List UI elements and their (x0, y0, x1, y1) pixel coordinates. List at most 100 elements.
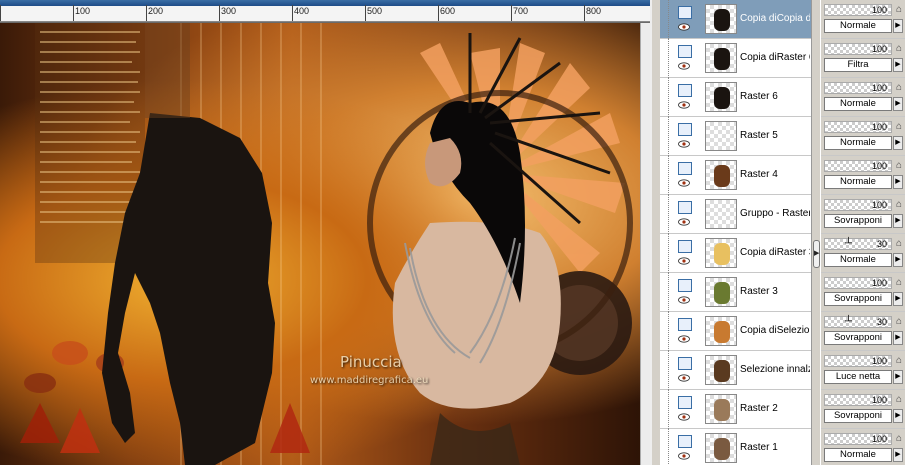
chevron-right-icon[interactable]: ▶ (893, 175, 903, 189)
layer-row[interactable]: Raster 4 (660, 156, 811, 195)
layer-thumbnail[interactable] (705, 355, 737, 385)
artwork-image[interactable]: Pinuccia www.maddiregrafica.eu (0, 23, 650, 465)
layer-row[interactable]: Raster 6 (660, 78, 811, 117)
chevron-right-icon[interactable]: ▶ (893, 331, 903, 345)
opacity-slider[interactable]: 100 (824, 394, 892, 406)
blend-mode-select[interactable]: Normale (824, 19, 892, 33)
layer-row[interactable]: Copia diSelezione i (660, 312, 811, 351)
layer-thumbnail[interactable] (705, 394, 737, 424)
opacity-slider[interactable]: 100 (824, 355, 892, 367)
layer-row[interactable]: Copia diRaster 3 (660, 234, 811, 273)
eye-icon[interactable] (678, 23, 690, 31)
blend-mode-select[interactable]: Normale (824, 97, 892, 111)
layer-row[interactable]: Copia diCopia diRa (660, 0, 811, 39)
lock-icon[interactable]: ⌂ (896, 160, 905, 171)
blend-mode-select[interactable]: Luce netta (824, 370, 892, 384)
lock-icon[interactable]: ⌂ (896, 433, 905, 444)
layer-thumbnail[interactable] (705, 277, 737, 307)
opacity-slider[interactable]: 100 (824, 43, 892, 55)
chevron-right-icon[interactable]: ▶ (893, 214, 903, 228)
panel-splitter[interactable]: ▶ (811, 0, 821, 465)
opacity-slider[interactable]: 100 (824, 433, 892, 445)
layer-thumbnail[interactable] (705, 316, 737, 346)
eye-icon[interactable] (678, 335, 690, 343)
blend-mode-select[interactable]: Normale (824, 253, 892, 267)
chevron-right-icon[interactable]: ▶ (893, 253, 903, 267)
opacity-slider-thumb[interactable]: ┴ (845, 316, 853, 328)
blend-mode-select[interactable]: Sovrapponi (824, 331, 892, 345)
opacity-value: 100 (871, 200, 887, 210)
eye-icon[interactable] (678, 413, 690, 421)
horizontal-ruler[interactable]: 100 200 300 400 500 600 700 800 (0, 5, 650, 22)
blend-mode-select[interactable]: Normale (824, 448, 892, 462)
eye-icon[interactable] (678, 374, 690, 382)
lock-icon[interactable]: ⌂ (896, 43, 905, 54)
opacity-slider[interactable]: 100 (824, 121, 892, 133)
chevron-right-icon[interactable]: ▶ (893, 409, 903, 423)
opacity-slider[interactable]: 100 (824, 199, 892, 211)
opacity-slider[interactable]: 30 ┴ (824, 316, 892, 328)
raster-layer-icon (678, 6, 692, 19)
lock-icon[interactable]: ⌂ (896, 394, 905, 405)
layer-thumbnail[interactable] (705, 4, 737, 34)
layer-row[interactable]: Selezione innalzata (660, 351, 811, 390)
eye-icon[interactable] (678, 179, 690, 187)
blend-mode-select[interactable]: Sovrapponi (824, 214, 892, 228)
chevron-right-icon[interactable]: ▶ (893, 97, 903, 111)
opacity-slider[interactable]: 100 (824, 82, 892, 94)
lock-icon[interactable]: ⌂ (896, 199, 905, 210)
lock-icon[interactable]: ⌂ (896, 277, 905, 288)
layer-name: Copia diCopia diRa (740, 13, 810, 24)
layer-row[interactable]: Raster 1 (660, 429, 811, 465)
chevron-right-icon[interactable]: ▶ (893, 58, 903, 72)
raster-layer-icon (678, 435, 692, 448)
chevron-right-icon[interactable]: ▶ (893, 19, 903, 33)
opacity-slider[interactable]: 30 ┴ (824, 238, 892, 250)
eye-icon[interactable] (678, 101, 690, 109)
blend-mode-select[interactable]: Sovrapponi (824, 409, 892, 423)
opacity-value: 100 (871, 395, 887, 405)
layer-thumbnail[interactable] (705, 43, 737, 73)
layer-thumbnail[interactable] (705, 121, 737, 151)
layer-thumbnail[interactable] (705, 433, 737, 463)
layer-row[interactable]: Raster 5 (660, 117, 811, 156)
lock-icon[interactable]: ⌂ (896, 4, 905, 15)
chevron-right-icon[interactable]: ▶ (893, 448, 903, 462)
opacity-slider[interactable]: 100 (824, 277, 892, 289)
blend-mode-select[interactable]: Sovrapponi (824, 292, 892, 306)
eye-icon[interactable] (678, 140, 690, 148)
eye-icon[interactable] (678, 218, 690, 226)
blend-mode-select[interactable]: Normale (824, 136, 892, 150)
vertical-scrollbar[interactable] (640, 23, 650, 465)
lock-icon[interactable]: ⌂ (896, 355, 905, 366)
layer-thumbnail[interactable] (705, 199, 737, 229)
blend-mode-select[interactable]: Normale (824, 175, 892, 189)
blend-mode-select[interactable]: Filtra (824, 58, 892, 72)
canvas-area[interactable]: 100 200 300 400 500 600 700 800 Pinuccia… (0, 0, 650, 465)
lock-icon[interactable]: ⌂ (896, 82, 905, 93)
eye-icon[interactable] (678, 257, 690, 265)
eye-icon[interactable] (678, 452, 690, 460)
tree-connector (668, 156, 669, 195)
layer-row[interactable]: Gruppo - Raster 4 (660, 195, 811, 234)
lock-icon[interactable]: ⌂ (896, 316, 905, 327)
layer-thumbnail[interactable] (705, 82, 737, 112)
opacity-value: 100 (871, 44, 887, 54)
opacity-slider[interactable]: 100 (824, 160, 892, 172)
chevron-right-icon[interactable]: ▶ (893, 136, 903, 150)
chevron-right-icon[interactable]: ▶ (813, 240, 820, 268)
chevron-right-icon[interactable]: ▶ (893, 292, 903, 306)
chevron-right-icon[interactable]: ▶ (893, 370, 903, 384)
eye-icon[interactable] (678, 296, 690, 304)
layer-thumbnail[interactable] (705, 238, 737, 268)
layer-thumbnail[interactable] (705, 160, 737, 190)
layer-thumbnail-content (714, 9, 730, 31)
layer-row[interactable]: Raster 2 (660, 390, 811, 429)
lock-icon[interactable]: ⌂ (896, 238, 905, 249)
opacity-slider[interactable]: 100 (824, 4, 892, 16)
eye-icon[interactable] (678, 62, 690, 70)
lock-icon[interactable]: ⌂ (896, 121, 905, 132)
opacity-slider-thumb[interactable]: ┴ (845, 238, 853, 250)
layer-row[interactable]: Copia diRaster 6 (660, 39, 811, 78)
layer-row[interactable]: Raster 3 (660, 273, 811, 312)
